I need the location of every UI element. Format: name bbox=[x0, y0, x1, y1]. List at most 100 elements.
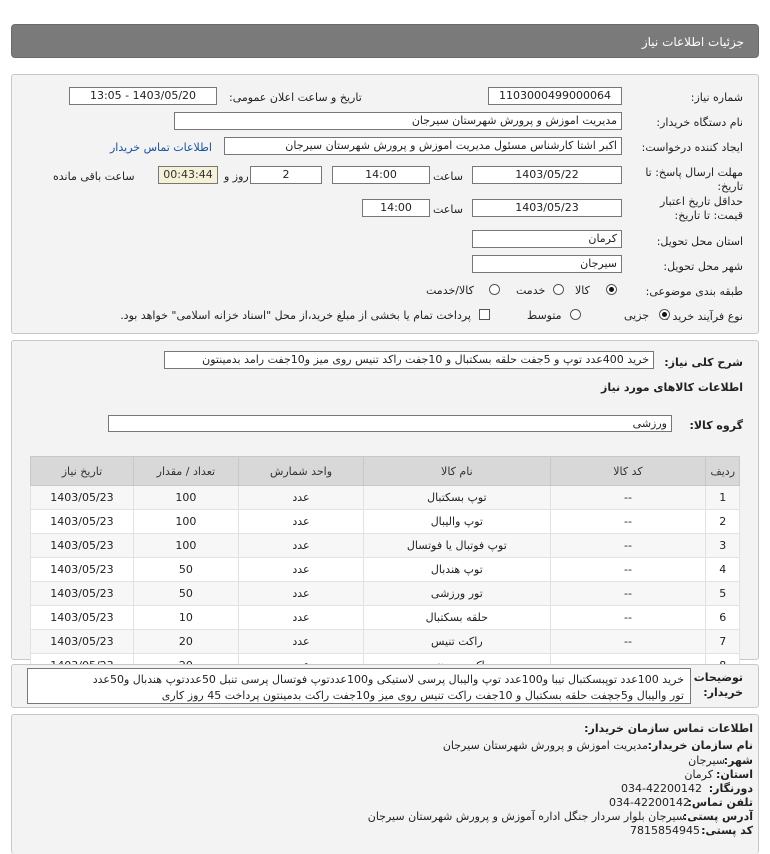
cell-name: توپ هندبال bbox=[363, 557, 551, 582]
cell-qty: 100 bbox=[132, 509, 239, 534]
process-option-minor: جزیی bbox=[624, 309, 650, 322]
cell-unit: عدد bbox=[237, 485, 365, 510]
contact-postal-label: کد پستی: bbox=[701, 824, 753, 837]
goods-table: ردیف کد کالا نام کالا واحد شمارش تعداد /… bbox=[30, 456, 740, 678]
summary-field: خرید 400عدد توپ و 5جفت حلقه بسکتبال و 10… bbox=[164, 351, 654, 369]
need-number-label: شماره نیاز: bbox=[690, 91, 743, 104]
table-row: 6 -- حلقه بسکتبال عدد 10 1403/05/23 bbox=[30, 605, 740, 630]
contact-city-value: سیرجان bbox=[688, 754, 725, 767]
cell-unit: عدد bbox=[237, 581, 365, 606]
cell-date: 1403/05/23 bbox=[30, 485, 134, 510]
cell-date: 1403/05/23 bbox=[30, 581, 134, 606]
cell-name: توپ فوتبال یا فوتسال bbox=[363, 533, 551, 558]
page-title: جزئیات اطلاعات نیاز bbox=[641, 35, 744, 49]
city-field: سیرجان bbox=[472, 255, 622, 273]
cell-row: 5 bbox=[705, 581, 740, 606]
category-radio-both[interactable] bbox=[489, 284, 500, 295]
contact-city-label: شهر: bbox=[723, 754, 753, 767]
cell-code: -- bbox=[549, 557, 707, 582]
validity-time-field: 14:00 bbox=[362, 199, 430, 217]
table-row: 2 -- توپ والیبال عدد 100 1403/05/23 bbox=[30, 509, 740, 534]
cell-name: توپ بسکتبال bbox=[363, 485, 551, 510]
buyer-notes-field: خرید 100عدد توپبسکتبال تیبا و100عدد توپ … bbox=[27, 668, 691, 704]
payment-note: پرداخت تمام یا بخشی از مبلغ خرید،از محل … bbox=[120, 309, 471, 322]
table-row: 3 -- توپ فوتبال یا فوتسال عدد 100 1403/0… bbox=[30, 533, 740, 558]
cell-qty: 100 bbox=[132, 533, 239, 558]
contact-fax-value: 034-42200142 bbox=[621, 782, 702, 795]
deadline-time-label: ساعت bbox=[433, 170, 463, 183]
cell-unit: عدد bbox=[237, 629, 365, 654]
cell-date: 1403/05/23 bbox=[30, 557, 134, 582]
requester-field: اکبر اشتا کارشناس مسئول مدیریت اموزش و پ… bbox=[224, 137, 622, 155]
cell-row: 4 bbox=[705, 557, 740, 582]
cell-row: 6 bbox=[705, 605, 740, 630]
contact-fax-label: دورنگار: bbox=[708, 782, 753, 795]
table-row: 4 -- توپ هندبال عدد 50 1403/05/23 bbox=[30, 557, 740, 582]
buyer-notes-label-2: خریدار: bbox=[703, 686, 743, 699]
province-field: کرمان bbox=[472, 230, 622, 248]
contact-phone-label: تلفن تماس: bbox=[687, 796, 753, 809]
validity-time-label: ساعت bbox=[433, 203, 463, 216]
col-header-code: کد کالا bbox=[549, 456, 707, 486]
cell-qty: 100 bbox=[132, 485, 239, 510]
announce-label: تاریخ و ساعت اعلان عمومی: bbox=[229, 91, 362, 104]
col-header-name: نام کالا bbox=[363, 456, 551, 486]
contact-org-label: نام سازمان خریدار: bbox=[647, 739, 753, 752]
cell-qty: 20 bbox=[132, 629, 239, 654]
buyer-contact-link[interactable]: اطلاعات تماس خریدار bbox=[110, 141, 212, 154]
process-label: نوع فرآیند خرید : bbox=[665, 310, 743, 323]
remaining-label: ساعت باقی مانده bbox=[53, 170, 135, 183]
contact-org-value: مدیریت اموزش و پرورش شهرستان سیرجان bbox=[442, 739, 648, 752]
cell-row: 2 bbox=[705, 509, 740, 534]
cell-unit: عدد bbox=[237, 557, 365, 582]
category-radio-goods[interactable] bbox=[606, 284, 617, 295]
cell-code: -- bbox=[549, 629, 707, 654]
col-header-row: ردیف bbox=[705, 456, 740, 486]
deadline-time-field: 14:00 bbox=[332, 166, 430, 184]
buyer-notes-line-1: خرید 100عدد توپبسکتبال تیبا و100عدد توپ … bbox=[92, 673, 684, 686]
category-option-goods: کالا bbox=[575, 284, 590, 297]
cell-date: 1403/05/23 bbox=[30, 605, 134, 630]
contact-province-value: کرمان bbox=[684, 768, 713, 781]
deadline-label: مهلت ارسال پاسخ: تا bbox=[645, 166, 743, 179]
treasury-checkbox[interactable] bbox=[479, 309, 490, 320]
requester-label: ایجاد کننده درخواست: bbox=[641, 141, 743, 154]
remaining-time-field: 00:43:44 bbox=[158, 166, 218, 184]
contact-postal-value: 7815854945 bbox=[630, 824, 700, 837]
deadline-date-field: 1403/05/22 bbox=[472, 166, 622, 184]
process-option-medium: متوسط bbox=[527, 309, 562, 322]
table-row: 1 -- توپ بسکتبال عدد 100 1403/05/23 bbox=[30, 485, 740, 510]
cell-date: 1403/05/23 bbox=[30, 533, 134, 558]
contact-title: اطلاعات تماس سازمان خریدار: bbox=[584, 722, 753, 735]
announce-field: 1403/05/20 - 13:05 bbox=[69, 87, 217, 105]
process-radio-medium[interactable] bbox=[570, 309, 581, 320]
cell-name: تور ورزشی bbox=[363, 581, 551, 606]
days-field: 2 bbox=[250, 166, 322, 184]
cell-qty: 10 bbox=[132, 605, 239, 630]
contact-province-label: استان: bbox=[716, 768, 753, 781]
buyer-notes-label: توضیحات bbox=[693, 671, 743, 684]
cell-row: 3 bbox=[705, 533, 740, 558]
group-label: گروه کالا: bbox=[689, 419, 743, 432]
deadline-label-date: تاریخ: bbox=[717, 180, 743, 193]
cell-code: -- bbox=[549, 605, 707, 630]
cell-qty: 50 bbox=[132, 581, 239, 606]
days-label: روز و bbox=[224, 170, 249, 183]
cell-name: توپ والیبال bbox=[363, 509, 551, 534]
category-option-service: خدمت bbox=[516, 284, 546, 297]
summary-label: شرح کلی نیاز: bbox=[664, 356, 743, 369]
buyer-org-label: نام دستگاه خریدار: bbox=[656, 116, 743, 129]
cell-unit: عدد bbox=[237, 533, 365, 558]
category-radio-service[interactable] bbox=[553, 284, 564, 295]
cell-row: 7 bbox=[705, 629, 740, 654]
cell-code: -- bbox=[549, 581, 707, 606]
process-radio-minor[interactable] bbox=[659, 309, 670, 320]
contact-address-value: سیرجان بلوار سردار جنگل اداره آموزش و پر… bbox=[367, 810, 685, 823]
col-header-qty: تعداد / مقدار bbox=[132, 456, 239, 486]
category-option-both: کالا/خدمت bbox=[426, 284, 474, 297]
category-label: طبقه بندی موضوعی: bbox=[645, 285, 743, 298]
col-header-date: تاریخ نیاز bbox=[30, 456, 134, 486]
cell-qty: 50 bbox=[132, 557, 239, 582]
validity-date-field: 1403/05/23 bbox=[472, 199, 622, 217]
cell-name: راکت تنیس bbox=[363, 629, 551, 654]
